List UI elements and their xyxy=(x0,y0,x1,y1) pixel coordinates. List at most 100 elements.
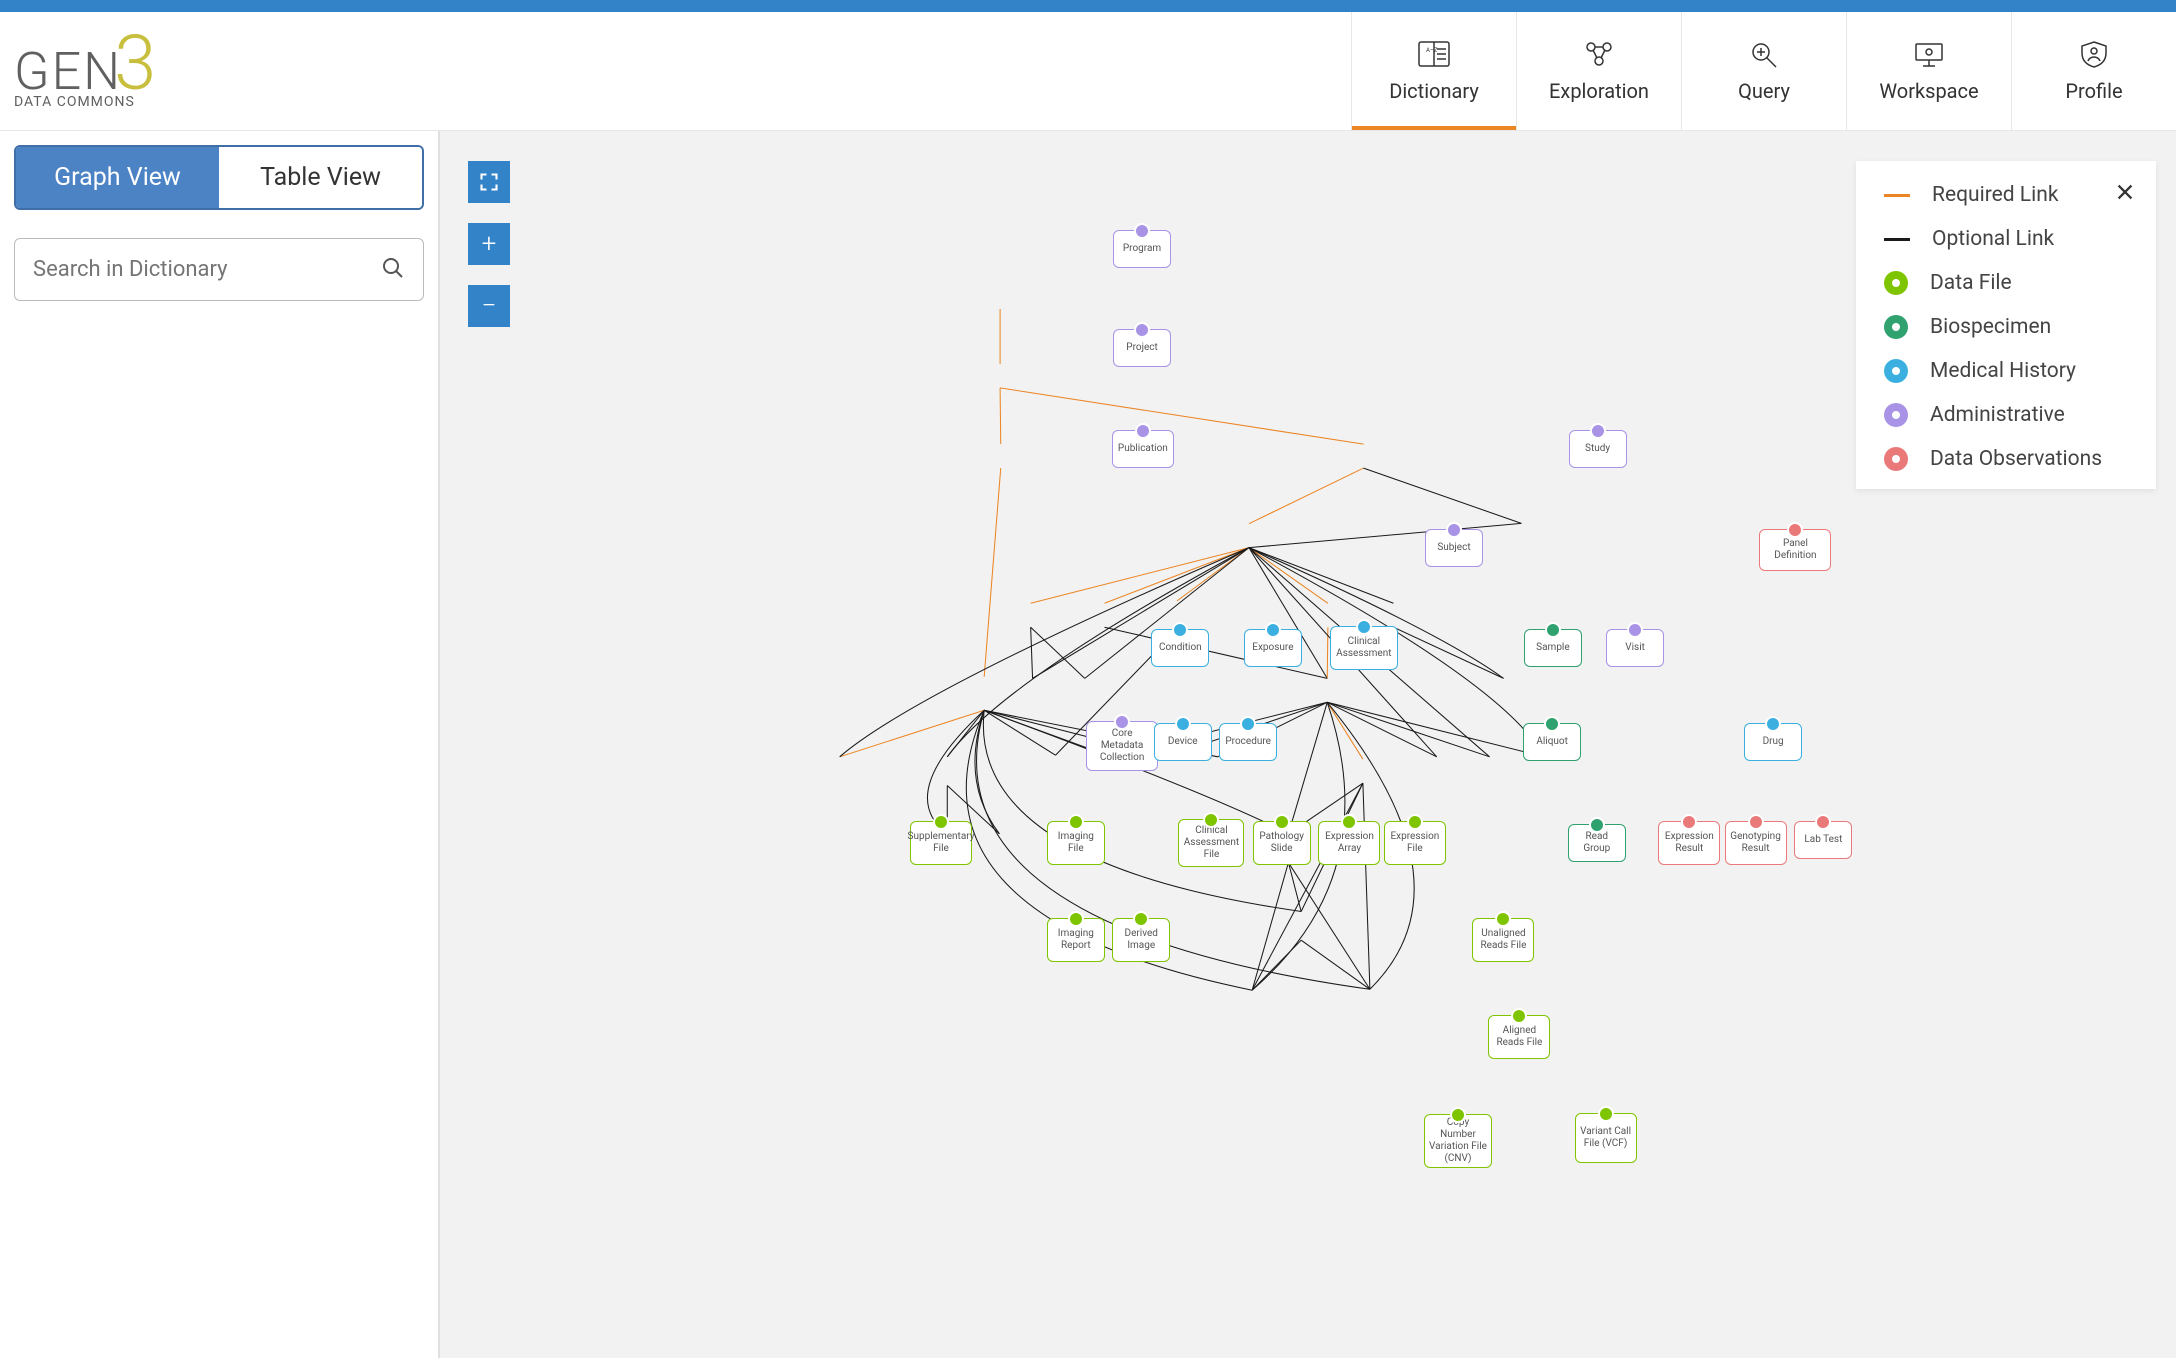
node-label: Clinical Assessment File xyxy=(1183,825,1239,861)
legend-label: Administrative xyxy=(1930,403,2065,427)
node-visit[interactable]: Visit xyxy=(1606,629,1664,667)
category-icon xyxy=(1274,814,1290,830)
node-aliquot[interactable]: Aliquot xyxy=(1523,723,1581,761)
category-icon xyxy=(933,814,949,830)
node-panel_def[interactable]: Panel Definition xyxy=(1759,529,1831,571)
legend-optional: Optional Link xyxy=(1884,227,2128,251)
category-icon xyxy=(1589,817,1605,833)
node-label: Variant Call File (VCF) xyxy=(1580,1126,1632,1150)
nav-label: Exploration xyxy=(1549,79,1649,103)
node-label: Sample xyxy=(1536,642,1570,654)
category-icon xyxy=(1446,522,1462,538)
header: GEN 3 DATA COMMONS A–ZDictionary Explorat… xyxy=(0,12,2176,131)
node-lab_test[interactable]: Lab Test xyxy=(1794,821,1852,859)
administrative-icon xyxy=(1884,403,1908,427)
legend-required: Required Link xyxy=(1884,183,2128,207)
node-label: Visit xyxy=(1625,642,1645,654)
edge-sample-aliquot xyxy=(1327,627,1328,678)
category-icon xyxy=(1134,223,1150,239)
nav-exploration[interactable]: Exploration xyxy=(1516,12,1681,130)
category-icon xyxy=(1341,814,1357,830)
edge-publication-core_meta xyxy=(984,468,1001,677)
category-icon xyxy=(1203,812,1219,828)
category-icon xyxy=(1175,716,1191,732)
category-icon xyxy=(1590,423,1606,439)
node-program[interactable]: Program xyxy=(1113,230,1171,268)
logo[interactable]: GEN 3 DATA COMMONS xyxy=(14,33,156,110)
node-cnv[interactable]: Copy Number Variation File (CNV) xyxy=(1424,1114,1492,1168)
category-icon xyxy=(1787,522,1803,538)
node-read_group[interactable]: Read Group xyxy=(1568,824,1626,862)
node-imaging_report[interactable]: Imaging Report xyxy=(1047,918,1105,962)
category-icon xyxy=(1265,622,1281,638)
node-path_slide[interactable]: Pathology Slide xyxy=(1253,821,1311,865)
node-clin_assess_file[interactable]: Clinical Assessment File xyxy=(1178,819,1244,867)
node-aligned[interactable]: Aligned Reads File xyxy=(1488,1015,1550,1059)
node-geno_result[interactable]: Genotyping Result xyxy=(1725,821,1787,865)
legend-label: Data Observations xyxy=(1930,447,2102,471)
node-exposure[interactable]: Exposure xyxy=(1244,629,1302,667)
category-icon xyxy=(1765,716,1781,732)
node-procedure[interactable]: Procedure xyxy=(1219,723,1277,761)
node-unaligned[interactable]: Unaligned Reads File xyxy=(1472,918,1534,962)
node-expr_array[interactable]: Expression Array xyxy=(1318,821,1380,865)
edge-visit-drug xyxy=(1393,627,1503,678)
graph-view-button[interactable]: Graph View xyxy=(16,147,219,208)
view-toggle: Graph View Table View xyxy=(14,145,424,210)
node-label: Procedure xyxy=(1225,736,1271,748)
category-icon xyxy=(1068,911,1084,927)
node-expr_file[interactable]: Expression File xyxy=(1384,821,1446,865)
node-sample[interactable]: Sample xyxy=(1524,629,1582,667)
table-view-button[interactable]: Table View xyxy=(219,147,422,208)
main-nav: A–ZDictionary Exploration QueryWorkspace Pr… xyxy=(1351,12,2176,130)
node-study[interactable]: Study xyxy=(1569,430,1627,468)
profile-icon xyxy=(2076,39,2112,69)
node-expr_result[interactable]: Expression Result xyxy=(1658,821,1720,865)
logo-text: GEN xyxy=(14,41,122,102)
close-icon[interactable] xyxy=(2114,181,2136,207)
biospecimen-icon xyxy=(1884,315,1908,339)
category-icon xyxy=(1598,1106,1614,1122)
node-subject[interactable]: Subject xyxy=(1425,529,1483,567)
node-core_meta[interactable]: Core Metadata Collection xyxy=(1086,721,1158,771)
node-project[interactable]: Project xyxy=(1113,329,1171,367)
node-vcf[interactable]: Variant Call File (VCF) xyxy=(1575,1113,1637,1163)
edge-aliquot-read_group xyxy=(1327,702,1363,759)
graph-canvas[interactable]: + − Required Link Optional Link Data Fil… xyxy=(440,131,2176,1358)
search-input[interactable] xyxy=(33,257,367,282)
edge-aliquot-unaligned xyxy=(1288,702,1327,834)
node-label: Expression File xyxy=(1389,831,1441,855)
node-label: Condition xyxy=(1159,642,1202,654)
category-icon xyxy=(1450,1107,1466,1123)
fullscreen-button[interactable] xyxy=(468,161,510,203)
edge-aliquot-geno_result xyxy=(1327,702,1489,757)
search-box[interactable] xyxy=(14,238,424,301)
nav-dictionary[interactable]: A–ZDictionary xyxy=(1351,12,1516,130)
node-label: Aligned Reads File xyxy=(1493,1025,1545,1049)
node-supp_file[interactable]: Supplementary File xyxy=(910,821,972,865)
legend-label: Data File xyxy=(1930,271,2012,295)
edge-project-study xyxy=(1000,388,1363,444)
node-label: Supplementary File xyxy=(908,831,975,855)
node-derived_image[interactable]: Derived Image xyxy=(1112,918,1170,962)
data_observations-icon xyxy=(1884,447,1908,471)
zoom-out-button[interactable]: − xyxy=(468,285,510,327)
node-imaging_file[interactable]: Imaging File xyxy=(1047,821,1105,865)
category-icon xyxy=(1172,622,1188,638)
edge-core_meta-imaging_file xyxy=(947,710,984,757)
sidebar: Graph View Table View xyxy=(0,131,440,1358)
nav-query[interactable]: Query xyxy=(1681,12,1846,130)
node-device[interactable]: Device xyxy=(1154,723,1212,761)
node-label: Copy Number Variation File (CNV) xyxy=(1429,1117,1487,1165)
node-drug[interactable]: Drug xyxy=(1744,723,1802,761)
node-clin_assess[interactable]: Clinical Assessment xyxy=(1330,626,1398,670)
nav-label: Profile xyxy=(2065,79,2122,103)
workspace-icon xyxy=(1911,39,1947,69)
zoom-in-button[interactable]: + xyxy=(468,223,510,265)
nav-workspace[interactable]: Workspace xyxy=(1846,12,2011,130)
nav-profile[interactable]: Profile xyxy=(2011,12,2176,130)
edge-subject-device xyxy=(1033,548,1249,679)
node-condition[interactable]: Condition xyxy=(1151,629,1209,667)
node-publication[interactable]: Publication xyxy=(1112,430,1174,468)
category-icon xyxy=(1815,814,1831,830)
